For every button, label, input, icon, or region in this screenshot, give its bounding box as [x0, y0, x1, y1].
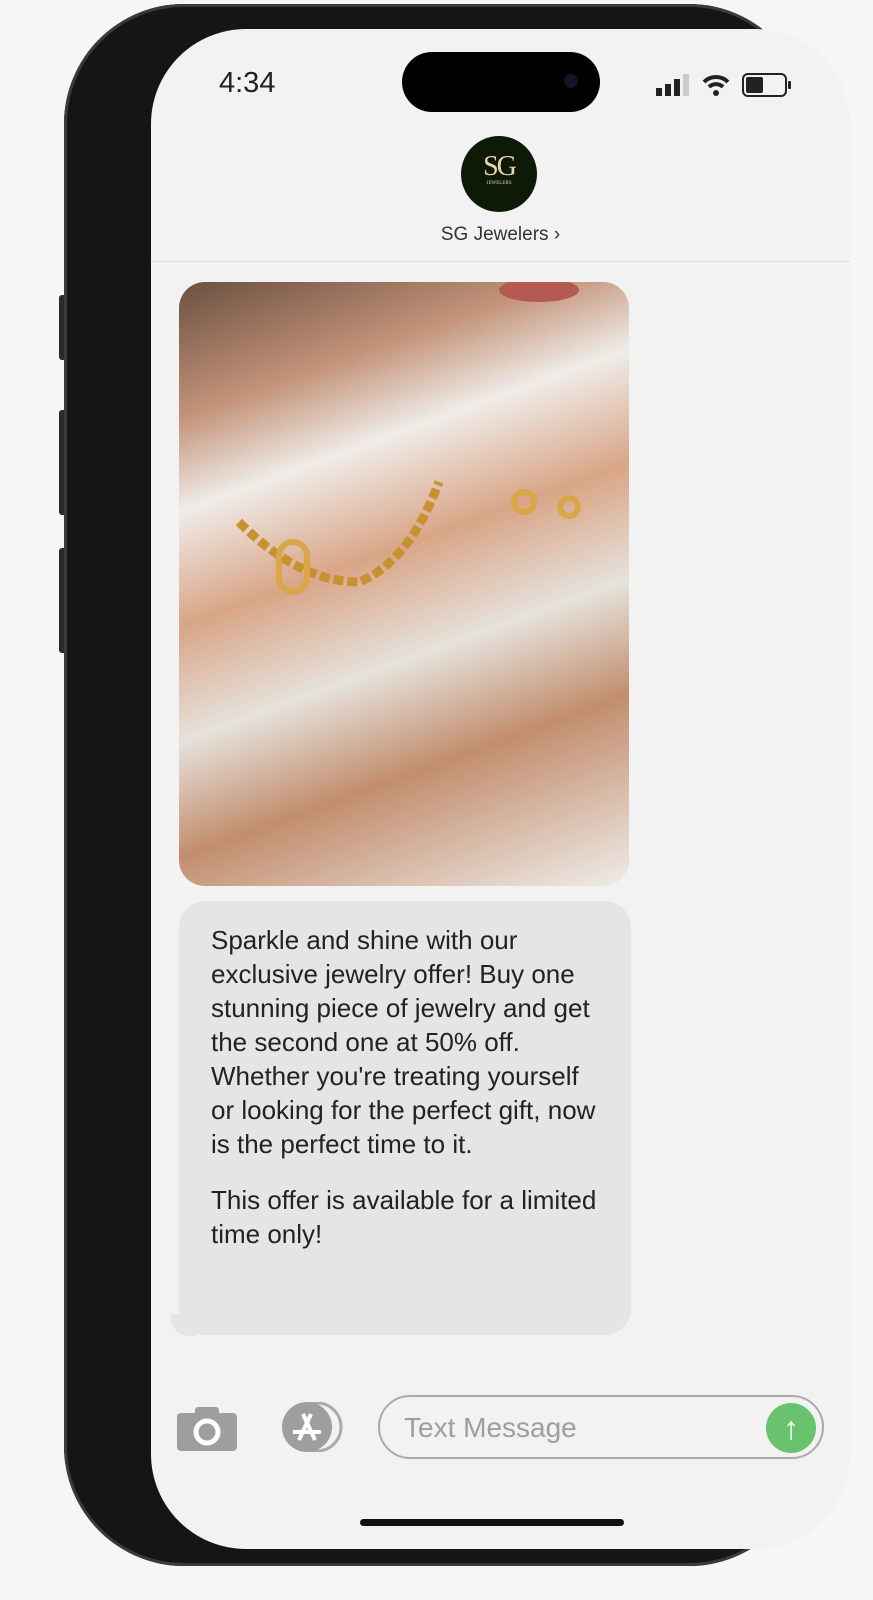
- status-icons: [656, 73, 792, 97]
- avatar-logo-subtext: JEWELERS: [486, 181, 512, 186]
- chevron-right-icon: ›: [553, 224, 561, 245]
- message-text: This offer is available for a limited ti…: [211, 1185, 597, 1249]
- header-divider: [151, 261, 850, 262]
- message-text: Sparkle and shine with our exclusive jew…: [211, 925, 596, 1159]
- input-placeholder: Text Message: [404, 1412, 577, 1443]
- contact-name[interactable]: SG Jewelers ›: [151, 224, 850, 246]
- screen: 4:34 SG JEWELERS SG Jewelers › Sparkle a…: [151, 29, 850, 1549]
- dynamic-island: [402, 52, 600, 112]
- contact-name-label: SG Jewelers: [440, 224, 549, 245]
- text-message-input[interactable]: Text Message ↑: [378, 1395, 824, 1459]
- app-store-button-icon[interactable]: [279, 1402, 345, 1452]
- phone-frame: 4:34 SG JEWELERS SG Jewelers › Sparkle a…: [64, 4, 850, 1566]
- jewelry-photo-illustration: [235, 282, 581, 595]
- signal-icon: [656, 74, 689, 96]
- message-bubble: Sparkle and shine with our exclusive jew…: [179, 901, 631, 1335]
- contact-avatar[interactable]: SG JEWELERS: [461, 136, 537, 212]
- arrow-up-icon: ↑: [783, 1410, 799, 1446]
- message-image[interactable]: [179, 282, 629, 886]
- status-time: 4:34: [219, 67, 276, 99]
- camera-icon: [564, 74, 578, 88]
- battery-icon: [742, 73, 791, 97]
- send-button[interactable]: ↑: [766, 1403, 816, 1453]
- home-indicator: [360, 1519, 624, 1526]
- avatar-logo-text: SG: [483, 151, 517, 182]
- camera-button-icon[interactable]: [177, 1405, 237, 1451]
- wifi-icon: [702, 75, 730, 96]
- bubble-tail: [171, 1314, 197, 1336]
